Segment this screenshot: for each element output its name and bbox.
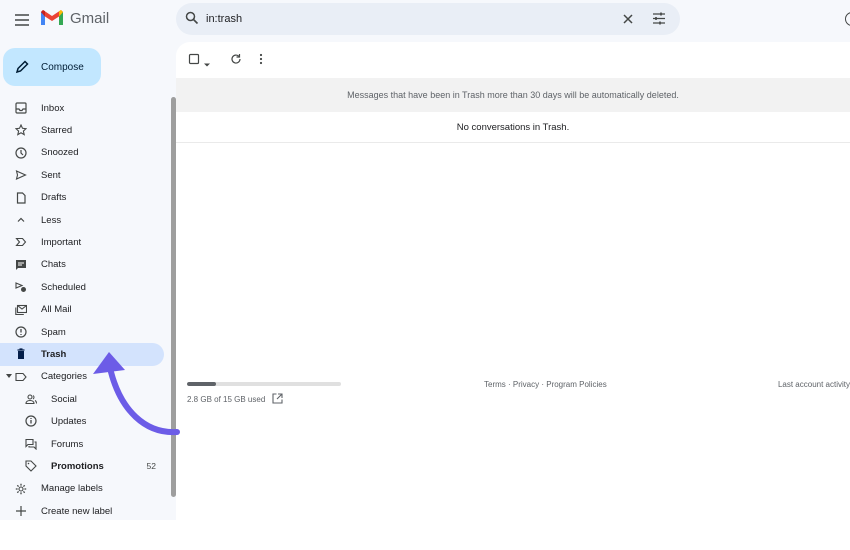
sidebar-item-label: Starred — [41, 125, 73, 137]
scheduled-send-icon — [15, 281, 27, 293]
sidebar-item-forums[interactable]: Forums — [0, 433, 164, 455]
sidebar-item-label: Manage labels — [41, 483, 103, 495]
separator: · — [505, 380, 513, 389]
sidebar-item-starred[interactable]: Starred — [0, 119, 164, 141]
sidebar-item-updates[interactable]: Updates — [0, 410, 164, 432]
sidebar-item-label: Chats — [41, 259, 66, 271]
compose-button[interactable]: Compose — [3, 48, 101, 86]
sidebar-item-social[interactable]: Social — [0, 388, 164, 410]
menu-icon[interactable] — [12, 10, 32, 30]
sidebar-item-label: Scheduled — [41, 281, 86, 293]
sidebar-item-label: Updates — [51, 416, 87, 428]
mail-toolbar — [176, 42, 850, 78]
sidebar-item-label: All Mail — [41, 304, 72, 316]
spam-icon — [15, 326, 27, 338]
draft-icon — [15, 191, 27, 204]
sidebar-item-promotions[interactable]: Promotions 52 — [0, 455, 164, 477]
help-icon[interactable] — [845, 12, 850, 26]
sidebar-item-label: Forums — [51, 438, 84, 450]
sidebar-item-label: Drafts — [41, 192, 67, 204]
open-in-new-icon[interactable] — [272, 393, 283, 406]
unread-count: 52 — [146, 461, 156, 472]
sidebar-item-categories[interactable]: Categories — [0, 366, 164, 388]
clear-search-icon[interactable] — [622, 12, 634, 30]
search-icon[interactable] — [185, 11, 199, 30]
trash-info-banner: Messages that have been in Trash more th… — [176, 78, 850, 112]
gmail-m-icon — [41, 10, 63, 25]
forum-icon — [25, 438, 37, 450]
send-icon — [15, 169, 27, 181]
sidebar-item-all-mail[interactable]: All Mail — [0, 299, 164, 321]
sidebar-item-spam[interactable]: Spam — [0, 321, 164, 343]
sidebar-item-inbox[interactable]: Inbox — [0, 97, 164, 119]
sidebar-item-scheduled[interactable]: Scheduled — [0, 276, 164, 298]
footer-links: Terms · Privacy · Program Policies — [484, 380, 607, 389]
sidebar-item-manage-labels[interactable]: Manage labels — [0, 478, 164, 500]
all-mail-icon — [15, 304, 27, 316]
important-icon — [15, 236, 27, 248]
sidebar-item-label: Promotions — [51, 460, 104, 472]
search-input[interactable] — [206, 9, 586, 29]
people-icon — [25, 393, 37, 405]
sidebar-item-label: Social — [51, 393, 77, 405]
app-name: Gmail — [70, 9, 110, 27]
star-icon — [15, 124, 27, 137]
privacy-link[interactable]: Privacy — [513, 380, 539, 389]
sidebar-item-label: Categories — [41, 371, 87, 383]
sidebar-nav: Inbox Starred Snoozed Sent Drafts Less I… — [0, 97, 170, 522]
search-bar — [176, 3, 680, 35]
chat-icon — [15, 259, 27, 271]
chevron-up-icon — [15, 214, 27, 226]
pencil-icon — [15, 60, 29, 74]
last-account-activity[interactable]: Last account activity — [778, 380, 850, 389]
main-panel: Messages that have been in Trash more th… — [176, 42, 850, 520]
sidebar-item-label: Snoozed — [41, 147, 79, 159]
program-policies-link[interactable]: Program Policies — [546, 380, 606, 389]
terms-link[interactable]: Terms — [484, 380, 506, 389]
sidebar-item-label: Sent — [41, 169, 61, 181]
label-icon — [15, 371, 27, 383]
sidebar-item-important[interactable]: Important — [0, 231, 164, 253]
storage-meter: 2.8 GB of 15 GB used — [187, 382, 341, 406]
storage-bar-fill — [187, 382, 216, 386]
sidebar-item-trash[interactable]: Trash — [0, 343, 164, 366]
sidebar-item-chats[interactable]: Chats — [0, 254, 164, 276]
info-icon — [25, 415, 37, 428]
storage-bar — [187, 382, 341, 386]
sidebar-item-snoozed[interactable]: Snoozed — [0, 142, 164, 164]
compose-label: Compose — [41, 61, 84, 73]
select-dropdown-icon[interactable] — [203, 55, 211, 73]
clock-icon — [15, 147, 27, 159]
search-options-icon[interactable] — [652, 12, 666, 30]
sidebar-item-less[interactable]: Less — [0, 209, 164, 231]
sidebar-item-sent[interactable]: Sent — [0, 164, 164, 186]
gmail-logo[interactable]: Gmail — [40, 9, 109, 27]
tag-icon — [25, 460, 37, 473]
refresh-icon[interactable] — [230, 52, 242, 70]
sidebar-item-label: Trash — [41, 348, 67, 360]
sidebar-item-label: Spam — [41, 326, 66, 338]
select-checkbox[interactable] — [188, 52, 200, 70]
sidebar-item-label: Less — [41, 214, 62, 226]
plus-icon — [15, 505, 27, 517]
sidebar-item-label: Create new label — [41, 505, 113, 517]
inbox-icon — [15, 102, 27, 114]
storage-text: 2.8 GB of 15 GB used — [187, 395, 266, 404]
sidebar-item-label: Important — [41, 237, 82, 249]
gear-icon — [15, 483, 27, 495]
sidebar-item-create-label[interactable]: Create new label — [0, 500, 164, 522]
sidebar-item-label: Inbox — [41, 102, 65, 114]
gmail-app: Gmail Compose Inbox Starred — [0, 0, 850, 520]
trash-icon — [15, 348, 27, 360]
more-vert-icon[interactable] — [259, 52, 263, 70]
expand-arrow-icon[interactable] — [6, 373, 12, 378]
sidebar-item-drafts[interactable]: Drafts — [0, 187, 164, 209]
top-bar: Gmail — [0, 0, 850, 40]
empty-message: No conversations in Trash. — [176, 112, 850, 143]
